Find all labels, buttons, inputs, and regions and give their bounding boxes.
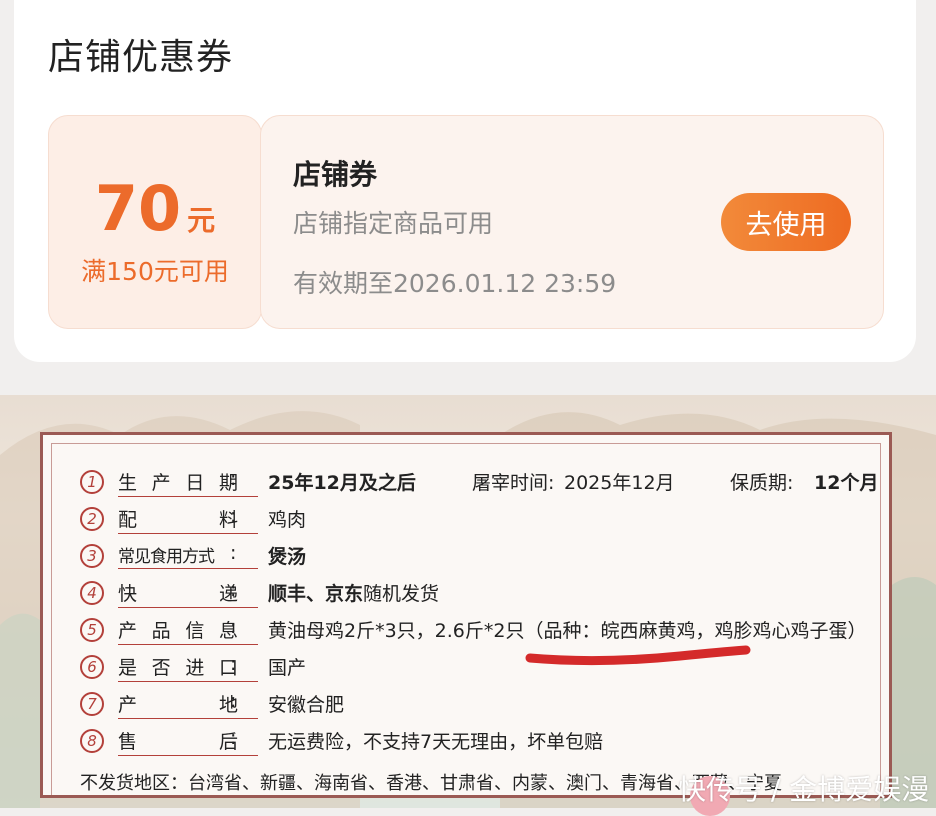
slaughter-time-value: 2025年12月 — [564, 472, 675, 494]
row-number-badge: 4 — [80, 581, 104, 605]
section-title: 店铺优惠券 — [48, 37, 234, 78]
coupon-name: 店铺券 — [293, 158, 378, 191]
row-number-badge: 1 — [80, 470, 104, 494]
row-value: 国产 — [268, 657, 307, 679]
row-number-badge: 3 — [80, 544, 104, 568]
row-number-badge: 5 — [80, 618, 104, 642]
shelf-life-value: 12个月 — [814, 472, 879, 494]
row-value: 煲汤 — [268, 546, 307, 568]
row-label: 生产日期 — [118, 472, 238, 494]
row-number-badge: 6 — [80, 655, 104, 679]
coupon-condition: 满150元可用 — [81, 257, 229, 286]
row-value: 25年12月及之后 — [268, 472, 416, 494]
row-number-badge: 7 — [80, 692, 104, 716]
row-value: 无运费险，不支持7天无理由，坏单包赔 — [268, 731, 604, 753]
row-label: 是否进口 — [118, 657, 238, 679]
row-number-badge: 8 — [80, 729, 104, 753]
shop-coupon-card: 店铺优惠券 70 元 满150元可用 店铺券 店铺指定商品可用 有效期至2026.… — [14, 0, 916, 362]
row-label: 常见食用方式 — [118, 547, 215, 567]
coupon-detail-panel: 店铺券 店铺指定商品可用 有效期至2026.01.12 23:59 去使用 — [260, 115, 884, 329]
row-label: 产地 — [118, 694, 238, 716]
row-label: 配料 — [118, 509, 238, 531]
watermark: 快传号 / 金博爱娱漫 — [668, 762, 936, 816]
row-value: 黄油母鸡2斤*3只，2.6斤*2只（品种：皖西麻黄鸡，鸡胗鸡心鸡子蛋） — [268, 620, 867, 642]
coupon-item[interactable]: 70 元 满150元可用 店铺券 店铺指定商品可用 有效期至2026.01.12 … — [48, 115, 884, 329]
row-label: 售后 — [118, 731, 238, 753]
row-value: 安徽合肥 — [268, 694, 345, 716]
coupon-validity: 有效期至2026.01.12 23:59 — [293, 269, 617, 298]
row-value-couriers: 顺丰、京东 — [268, 583, 364, 605]
row-value: 鸡肉 — [268, 509, 307, 531]
coupon-amount-panel: 70 元 满150元可用 — [48, 115, 262, 329]
slaughter-time-label: 屠宰时间: — [472, 472, 555, 494]
coupon-unit: 元 — [187, 204, 216, 237]
row-label: 产品信息 — [118, 620, 238, 642]
watermark-text: 快传号 / 金博爱娱漫 — [678, 773, 930, 806]
row-value-shipping: 随机发货 — [363, 583, 440, 605]
row-label: 快递 — [118, 583, 238, 605]
use-coupon-button[interactable]: 去使用 — [721, 193, 851, 251]
shelf-life-label: 保质期: — [730, 472, 794, 494]
coupon-amount: 70 — [94, 172, 182, 245]
row-number-badge: 2 — [80, 507, 104, 531]
product-info-panel: 1 生产日期 : 25年12月及之后 屠宰时间: 2025年12月 保质期: 1… — [40, 432, 892, 798]
coupon-scope: 店铺指定商品可用 — [293, 209, 494, 238]
